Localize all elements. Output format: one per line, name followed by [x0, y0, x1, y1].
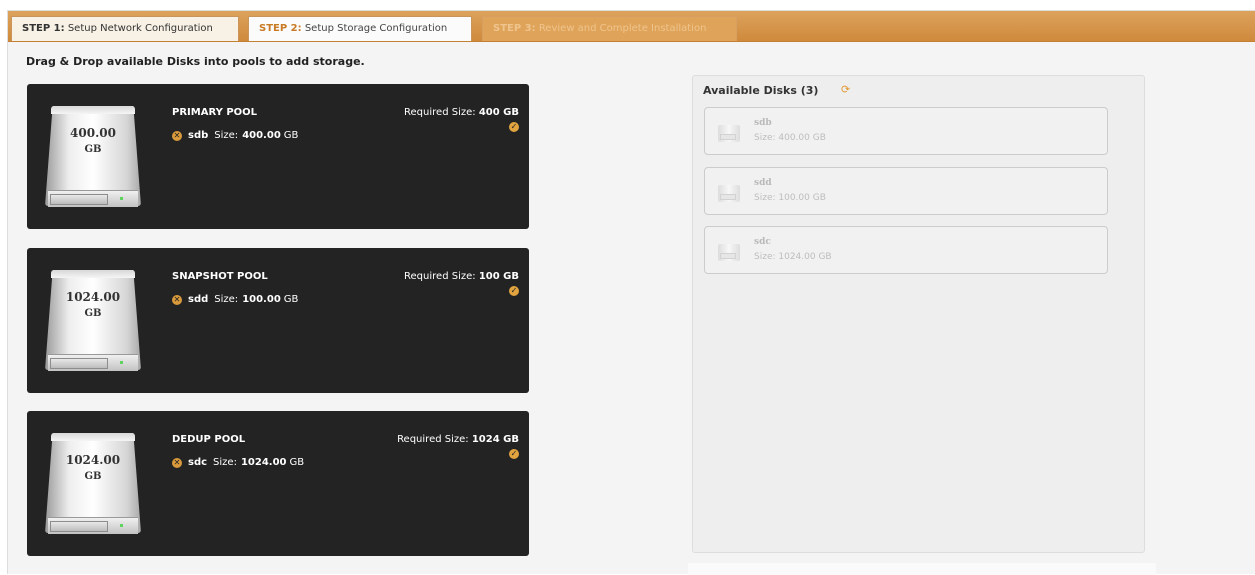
pool-primary[interactable]: 400.00 GB PRIMARY POOL Required Size: 40…	[27, 84, 529, 229]
assigned-size-value: 100.00	[242, 294, 281, 305]
tab-step-2-number: STEP 2:	[259, 23, 302, 34]
hard-disk-icon: 400.00 GB	[45, 106, 141, 207]
assigned-disk[interactable]: ✕ sdd Size: 100.00 GB	[172, 294, 298, 305]
required-size-label: Required Size:	[404, 271, 476, 282]
pool-name: DEDUP POOL	[172, 434, 246, 445]
hard-disk-icon	[718, 244, 740, 261]
tab-step-2[interactable]: STEP 2: Setup Storage Configuration	[248, 16, 472, 41]
available-disk-name: sdd	[754, 178, 772, 188]
available-disk-name: sdb	[754, 118, 772, 128]
available-disks-panel[interactable]: Available Disks (3) ⟳ sdb Size: 400.00 G…	[692, 75, 1145, 553]
required-size-value: 400 GB	[478, 107, 519, 118]
pool-disk-unit: GB	[84, 144, 102, 155]
tab-step-1-label: Setup Network Configuration	[67, 23, 213, 34]
available-disk-size: Size: 1024.00 GB	[754, 252, 832, 262]
assigned-disk[interactable]: ✕ sdc Size: 1024.00 GB	[172, 457, 304, 468]
installer-frame: STEP 1: Setup Network Configuration STEP…	[7, 10, 1255, 575]
assigned-disk-name: sdc	[188, 457, 208, 468]
pool-disk-size: 1024.00	[65, 290, 121, 304]
required-size-value: 1024 GB	[471, 434, 519, 445]
assigned-size-label: Size:	[214, 130, 239, 141]
assigned-disk-name: sdb	[188, 130, 209, 141]
pool-disk-unit: GB	[84, 471, 102, 482]
hard-disk-icon: 1024.00 GB	[45, 433, 141, 534]
assigned-size-value: 400.00	[242, 130, 281, 141]
assigned-disk[interactable]: ✕ sdb Size: 400.00 GB	[172, 130, 298, 141]
check-icon: ✓	[509, 286, 519, 296]
required-size-label: Required Size:	[397, 434, 469, 445]
assigned-size-unit: GB	[283, 130, 299, 141]
tab-step-3-number: STEP 3:	[493, 23, 536, 34]
tab-step-1[interactable]: STEP 1: Setup Network Configuration	[11, 16, 239, 41]
tab-step-3[interactable]: STEP 3: Review and Complete Installation	[482, 16, 737, 41]
assigned-size-label: Size:	[214, 294, 239, 305]
available-disk-item[interactable]: sdd Size: 100.00 GB	[704, 167, 1108, 215]
refresh-icon[interactable]: ⟳	[841, 83, 850, 96]
tab-step-1-number: STEP 1:	[22, 23, 65, 34]
pool-disk-unit: GB	[84, 308, 102, 319]
available-disk-size: Size: 400.00 GB	[754, 133, 826, 143]
hard-disk-icon	[718, 185, 740, 202]
assigned-size-label: Size:	[213, 457, 237, 468]
remove-disk-icon[interactable]: ✕	[172, 130, 182, 141]
assigned-size-unit: GB	[289, 457, 305, 468]
available-disk-name: sdc	[754, 237, 771, 247]
pool-disk-size: 1024.00	[65, 453, 121, 467]
instruction-text: Drag & Drop available Disks into pools t…	[26, 55, 365, 68]
tab-step-3-label: Review and Complete Installation	[538, 23, 707, 34]
pool-name: PRIMARY POOL	[172, 107, 258, 118]
hard-disk-icon	[718, 125, 740, 142]
pool-required-size: Required Size: 100 GB	[404, 271, 519, 282]
assigned-size-unit: GB	[283, 294, 299, 305]
check-icon: ✓	[509, 449, 519, 459]
assigned-size-value: 1024.00	[240, 457, 287, 468]
footer-strip	[688, 563, 1156, 575]
step-tab-bar: STEP 1: Setup Network Configuration STEP…	[8, 11, 1255, 42]
check-icon: ✓	[509, 122, 519, 132]
required-size-label: Required Size:	[404, 107, 476, 118]
required-size-value: 100 GB	[478, 271, 519, 282]
pool-required-size: Required Size: 1024 GB	[397, 434, 519, 445]
available-disks-title: Available Disks (3)	[703, 84, 819, 97]
remove-disk-icon[interactable]: ✕	[172, 294, 182, 305]
available-disk-size: Size: 100.00 GB	[754, 193, 826, 203]
available-disk-item[interactable]: sdb Size: 400.00 GB	[704, 107, 1108, 155]
pool-name: SNAPSHOT POOL	[172, 271, 268, 282]
pool-snapshot[interactable]: 1024.00 GB SNAPSHOT POOL Required Size: …	[27, 248, 529, 393]
pool-required-size: Required Size: 400 GB	[404, 107, 519, 118]
pool-disk-size: 400.00	[70, 126, 116, 140]
assigned-disk-name: sdd	[188, 294, 209, 305]
remove-disk-icon[interactable]: ✕	[172, 457, 182, 468]
tab-step-2-label: Setup Storage Configuration	[304, 23, 448, 34]
pool-dedup[interactable]: 1024.00 GB DEDUP POOL Required Size: 102…	[27, 411, 529, 556]
available-disk-item[interactable]: sdc Size: 1024.00 GB	[704, 226, 1108, 274]
hard-disk-icon: 1024.00 GB	[45, 270, 141, 371]
